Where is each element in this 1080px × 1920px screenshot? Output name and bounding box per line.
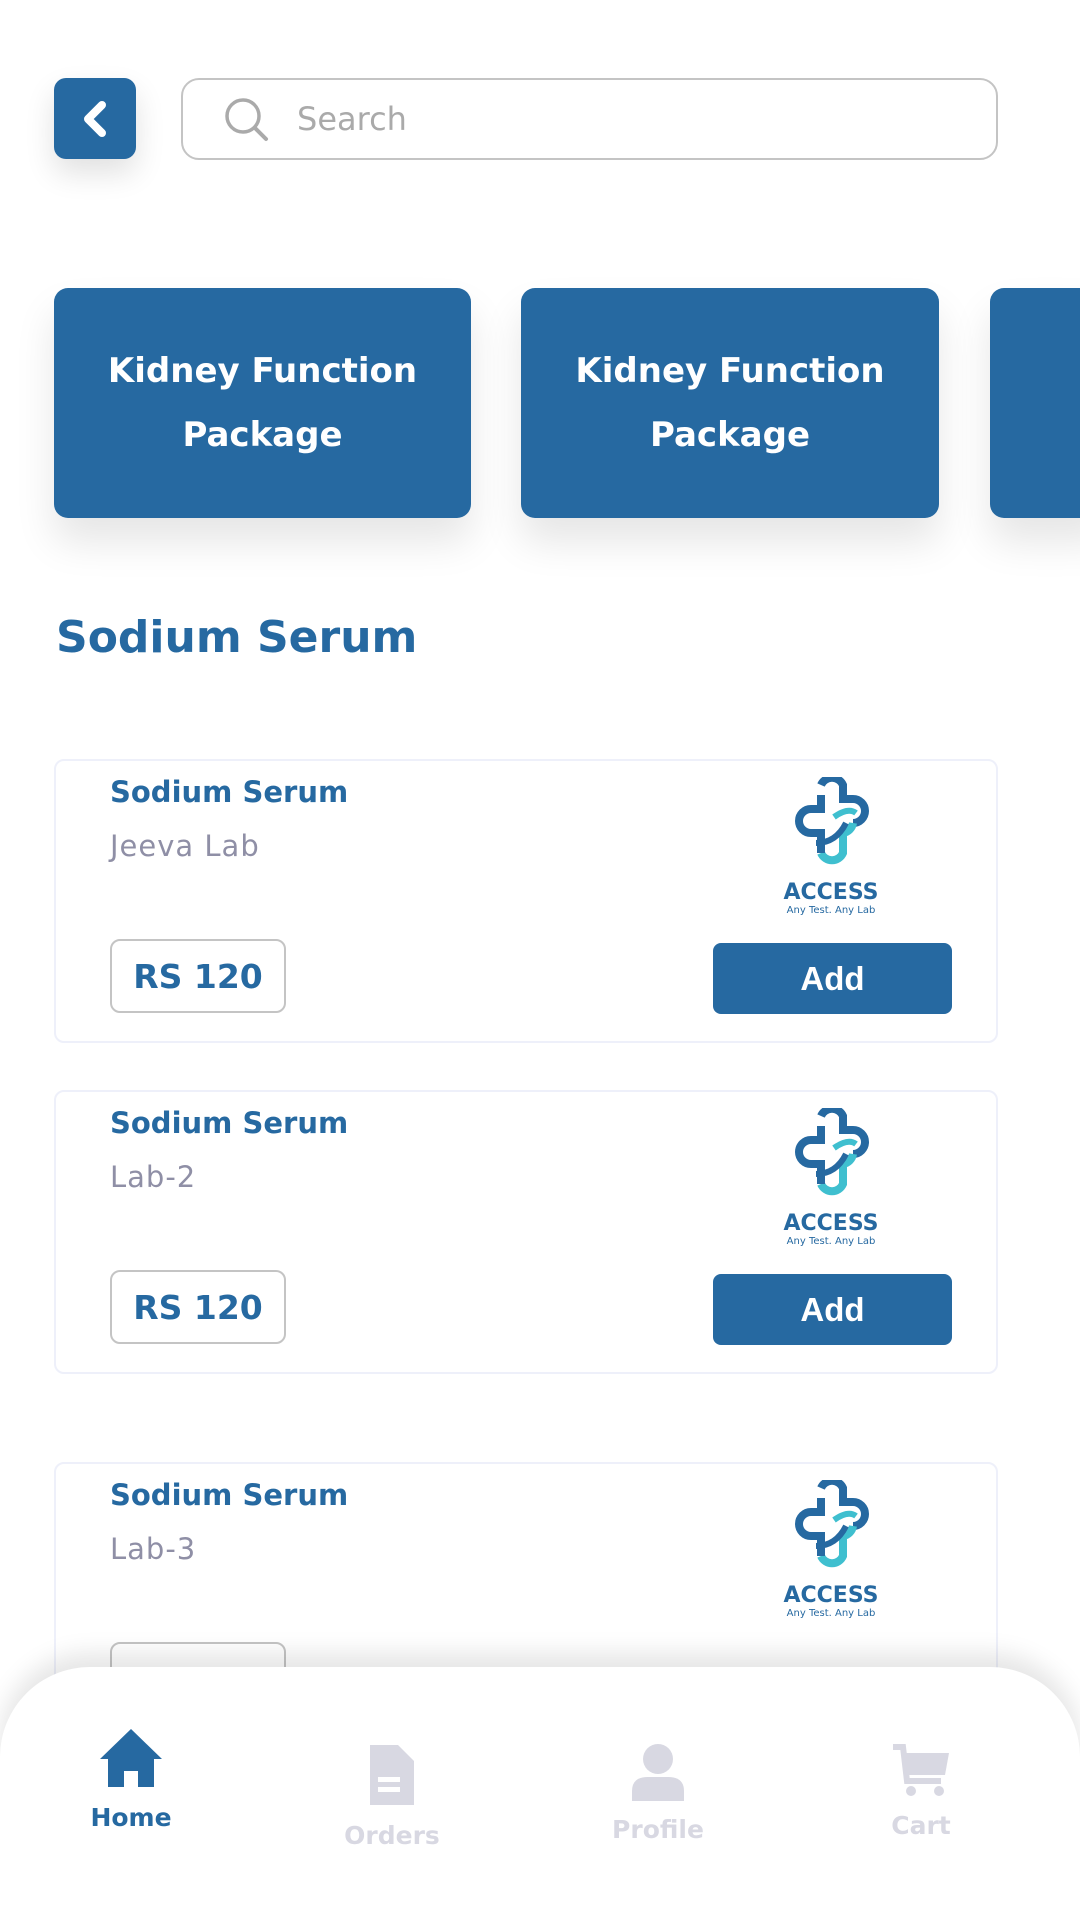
nav-cart[interactable]: Cart bbox=[841, 1743, 1001, 1840]
lab-logo: ACCESS Any Test. Any Lab bbox=[776, 1104, 886, 1247]
nav-profile[interactable]: Profile bbox=[578, 1743, 738, 1844]
package-label: Kidney Function Package bbox=[575, 351, 885, 455]
logo-brand: ACCESS bbox=[783, 880, 879, 905]
user-icon bbox=[632, 1744, 684, 1801]
bottom-nav: Home Orders Profile Cart bbox=[0, 1667, 1080, 1920]
logo-tagline: Any Test. Any Lab bbox=[786, 1236, 876, 1247]
logo-brand: ACCESS bbox=[783, 1583, 879, 1608]
nav-label: Cart bbox=[891, 1811, 951, 1840]
package-label: Kidney Function Package bbox=[107, 351, 418, 455]
search-input[interactable] bbox=[297, 100, 897, 138]
test-name: Sodium Serum bbox=[110, 775, 349, 809]
lab-logo: ACCESS Any Test. Any Lab bbox=[776, 1476, 886, 1619]
test-name: Sodium Serum bbox=[110, 1106, 349, 1140]
section-title: Sodium Serum bbox=[56, 612, 418, 663]
nav-label: Profile bbox=[612, 1815, 704, 1844]
chevron-left-icon bbox=[84, 100, 106, 137]
search-bar[interactable] bbox=[181, 78, 998, 160]
logo-tagline: Any Test. Any Lab bbox=[786, 1608, 876, 1619]
result-card: Sodium Serum Jeeva Lab ACCESS Any Test. … bbox=[54, 759, 998, 1043]
logo-brand: ACCESS bbox=[783, 1211, 879, 1236]
access-logo-icon bbox=[795, 773, 869, 865]
home-icon bbox=[100, 1729, 162, 1787]
price-tag: RS 120 bbox=[110, 1270, 286, 1344]
lab-name: Lab-2 bbox=[110, 1160, 197, 1194]
package-card[interactable]: Kidney Function Package bbox=[54, 288, 471, 518]
nav-label: Home bbox=[90, 1803, 172, 1832]
search-icon bbox=[225, 98, 268, 141]
lab-logo: ACCESS Any Test. Any Lab bbox=[776, 773, 886, 916]
nav-orders[interactable]: Orders bbox=[312, 1743, 472, 1850]
lab-name: Jeeva Lab bbox=[110, 829, 260, 863]
logo-tagline: Any Test. Any Lab bbox=[786, 905, 876, 916]
lab-name: Lab-3 bbox=[110, 1532, 197, 1566]
add-button[interactable]: Add bbox=[713, 1274, 952, 1345]
access-logo-icon bbox=[795, 1476, 869, 1568]
test-name: Sodium Serum bbox=[110, 1478, 349, 1512]
result-card: Sodium Serum Lab-2 ACCESS Any Test. Any … bbox=[54, 1090, 998, 1374]
back-button[interactable] bbox=[54, 78, 136, 159]
nav-label: Orders bbox=[344, 1821, 440, 1850]
nav-home[interactable]: Home bbox=[51, 1727, 211, 1832]
document-icon bbox=[370, 1745, 414, 1805]
package-card[interactable]: Kidney Function Package bbox=[521, 288, 939, 518]
price-tag: RS 120 bbox=[110, 939, 286, 1013]
cart-icon bbox=[893, 1744, 949, 1796]
package-card[interactable] bbox=[990, 288, 1080, 518]
access-logo-icon bbox=[795, 1104, 869, 1196]
add-button[interactable]: Add bbox=[713, 943, 952, 1014]
